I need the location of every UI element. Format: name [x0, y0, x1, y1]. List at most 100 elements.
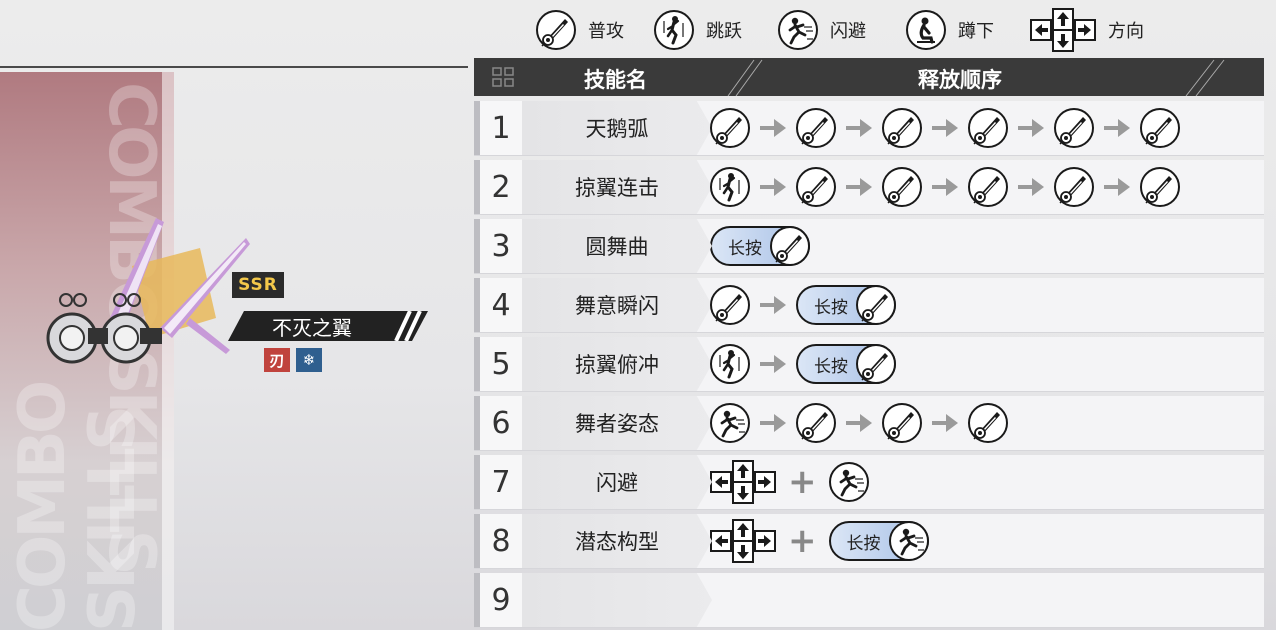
table-row: 3 圆舞曲 长按 [474, 219, 1264, 273]
hold-label: 长按 [814, 297, 848, 318]
legend-item: 方向 [1030, 8, 1144, 52]
row-number: 2 [474, 160, 522, 214]
attack-icon [1054, 167, 1094, 207]
ice-element-icon: ❄ [296, 348, 322, 372]
legend-label: 跳跃 [706, 21, 742, 42]
dodge-icon [828, 462, 869, 502]
fire-element-icon: 刃 [264, 348, 290, 372]
attack-icon [856, 285, 896, 325]
row-number: 4 [474, 278, 522, 332]
row-number: 3 [474, 219, 522, 273]
skill-name: 闪避 [522, 455, 712, 509]
attack-icon [882, 167, 922, 207]
skill-name [522, 573, 712, 627]
header-slash-decoration [727, 59, 763, 96]
skill-name: 天鹅弧 [522, 101, 712, 155]
grid-icon [492, 67, 514, 87]
hold-input: 长按 [710, 226, 810, 266]
arrow-right-icon [932, 413, 958, 433]
arrow-right-icon [760, 177, 786, 197]
legend-label: 闪避 [830, 21, 866, 42]
skill-name: 圆舞曲 [522, 219, 712, 273]
input-sequence [710, 396, 1008, 450]
row-number: 7 [474, 455, 522, 509]
header-skill-name: 技能名 [584, 68, 647, 92]
arrow-right-icon [760, 413, 786, 433]
row-number: 9 [474, 573, 522, 627]
attack-icon [536, 10, 576, 50]
arrow-right-icon [760, 295, 786, 315]
jump-icon [710, 167, 750, 207]
table-row: 9 [474, 573, 1264, 627]
arrow-right-icon [846, 413, 872, 433]
row-number: 1 [474, 101, 522, 155]
attack-icon [968, 108, 1008, 148]
jump-icon [654, 10, 694, 50]
slash-decoration [382, 311, 426, 341]
table-row: 1 天鹅弧 [474, 101, 1264, 155]
jump-icon [710, 344, 750, 384]
skill-name: 舞意瞬闪 [522, 278, 712, 332]
table-row: 6 舞者姿态 [474, 396, 1264, 450]
plus-icon: + [788, 521, 817, 561]
skill-name: 掠翼俯冲 [522, 337, 712, 391]
attack-icon [796, 108, 836, 148]
table-row: 7 闪避 + [474, 455, 1264, 509]
attack-icon [796, 167, 836, 207]
input-sequence: + [710, 455, 869, 509]
attack-icon [1140, 108, 1180, 148]
legend-label: 方向 [1108, 21, 1144, 42]
arrow-right-icon [846, 177, 872, 197]
input-sequence [710, 101, 1180, 155]
input-sequence [710, 160, 1180, 214]
crouch-icon [906, 10, 946, 50]
combo-table: 技能名 释放顺序 1 天鹅弧 2 掠翼连击 3 圆舞曲 长按 4 舞意瞬闪 长按 5 掠翼俯冲 长按 6 舞… [474, 58, 1264, 627]
arrow-right-icon [1018, 177, 1044, 197]
dodge-icon [778, 10, 818, 50]
direction-icon [710, 519, 776, 563]
legend-item: 跳跃 [654, 10, 742, 50]
table-row: 4 舞意瞬闪 长按 [474, 278, 1264, 332]
legend-label: 蹲下 [958, 21, 994, 42]
hold-label: 长按 [846, 533, 881, 554]
dodge-icon [710, 403, 750, 443]
header-slash-decoration-right [1185, 59, 1225, 96]
attack-icon [856, 344, 896, 384]
attack-icon [1140, 167, 1180, 207]
attack-icon [710, 108, 750, 148]
table-row: 2 掠翼连击 [474, 160, 1264, 214]
hold-input: 长按 [796, 285, 896, 325]
input-sequence: 长按 [710, 337, 896, 391]
table-row: 5 掠翼俯冲 长按 [474, 337, 1264, 391]
hold-label: 长按 [728, 238, 762, 259]
dodge-icon [888, 521, 929, 561]
control-legend: 普攻 跳跃 闪避 蹲下 方向 [536, 8, 1174, 52]
input-sequence: 长按 [710, 219, 810, 273]
legend-label: 普攻 [588, 21, 624, 42]
divider-line [0, 66, 468, 68]
legend-item: 闪避 [778, 10, 866, 50]
header-sequence: 释放顺序 [918, 68, 1002, 92]
attack-icon [770, 226, 810, 266]
hold-input: 长按 [796, 344, 896, 384]
attack-icon [968, 167, 1008, 207]
attack-icon [796, 403, 836, 443]
plus-icon: + [788, 462, 817, 502]
skill-name: 舞者姿态 [522, 396, 712, 450]
rarity-badge: SSR [232, 272, 284, 298]
table-row: 8 潜态构型 + 长按 [474, 514, 1264, 568]
skill-name: 潜态构型 [522, 514, 712, 568]
weapon-name-plate: 不灭之翼 [228, 311, 428, 341]
arrow-right-icon [760, 118, 786, 138]
skill-name: 掠翼连击 [522, 160, 712, 214]
table-header: 技能名 释放顺序 [474, 58, 1264, 96]
legend-item: 蹲下 [906, 10, 994, 50]
row-number: 6 [474, 396, 522, 450]
attack-icon [1054, 108, 1094, 148]
hold-label: 长按 [814, 356, 848, 377]
arrow-right-icon [760, 354, 786, 374]
input-sequence: 长按 [710, 278, 896, 332]
arrow-right-icon [932, 118, 958, 138]
arrow-right-icon [1018, 118, 1044, 138]
attack-icon [710, 285, 750, 325]
